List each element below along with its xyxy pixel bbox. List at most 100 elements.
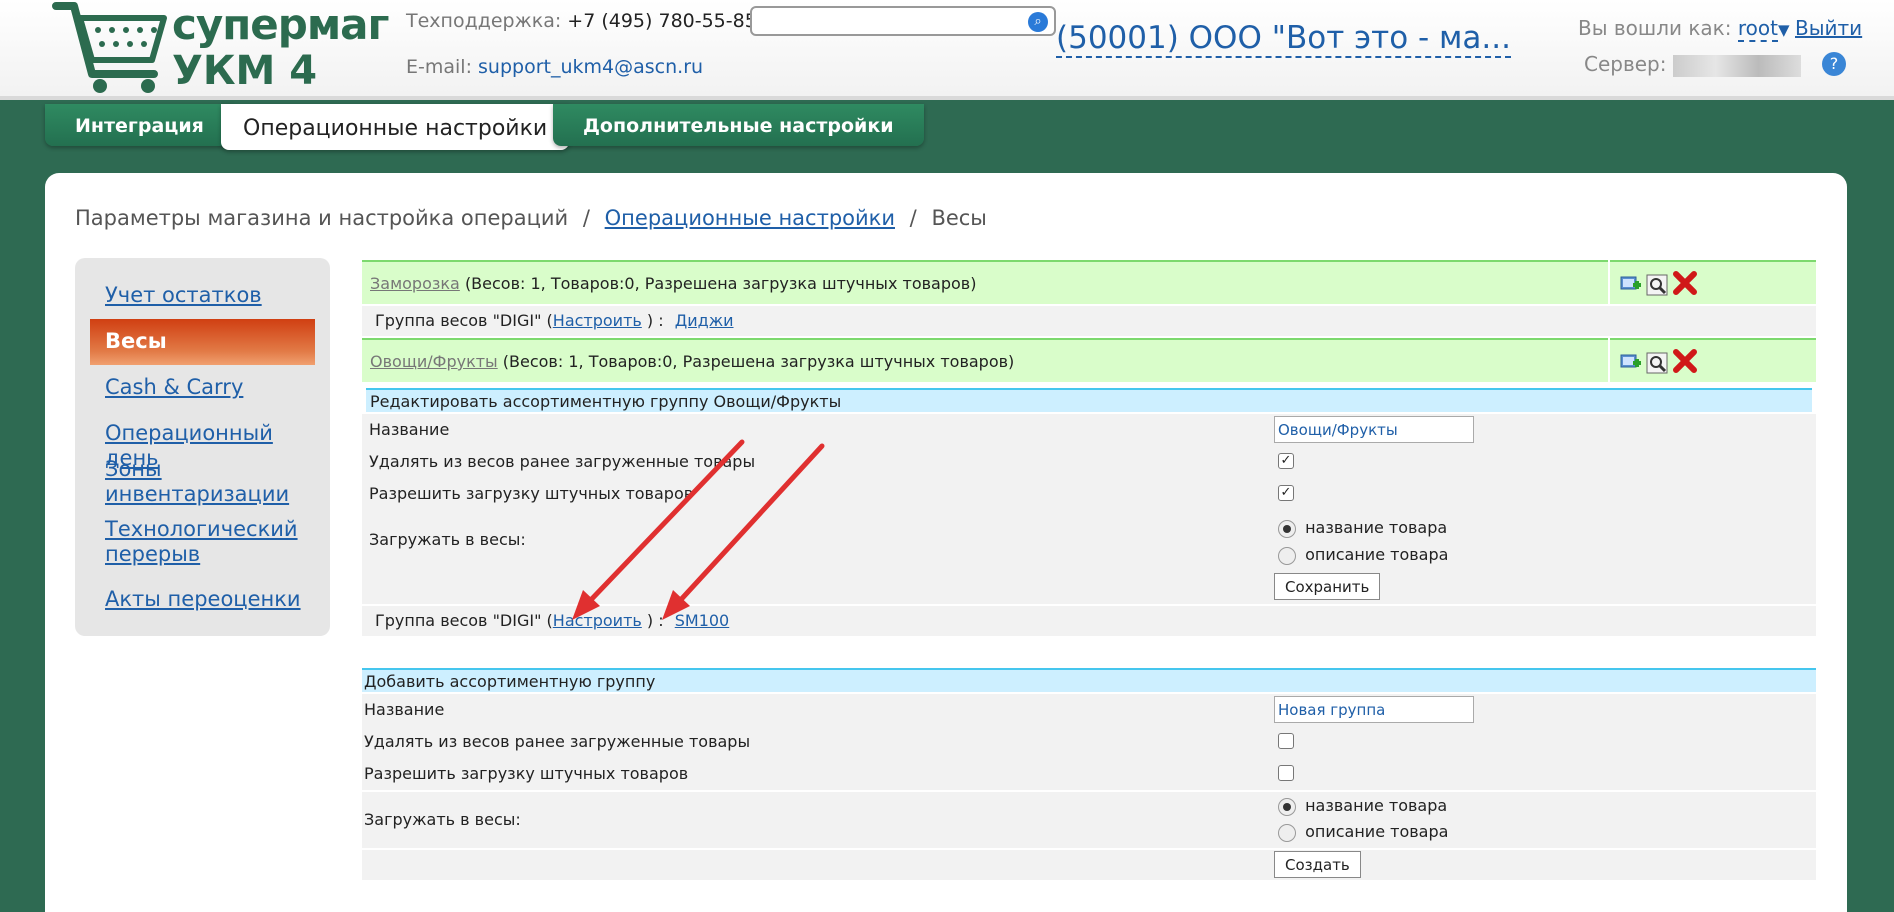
breadcrumb-root: Параметры магазина и настройка операций bbox=[75, 206, 569, 230]
tab-additional-settings[interactable]: Дополнительные настройки bbox=[553, 104, 924, 146]
radio-name-label: название товара bbox=[1305, 796, 1448, 815]
group-info: (Весов: 1, Товаров:0, Разрешена загрузка… bbox=[502, 352, 1015, 371]
scale-link[interactable]: Диджи bbox=[675, 311, 734, 330]
new-group-name-field[interactable] bbox=[1274, 696, 1474, 723]
app-logo[interactable]: супермаг УКМ 4 bbox=[52, 0, 389, 96]
sidebar-item-cash-carry[interactable]: Cash & Carry bbox=[105, 375, 243, 400]
scale-link[interactable]: SM100 bbox=[675, 611, 730, 630]
server-value-blurred bbox=[1672, 54, 1801, 77]
group-row: Овощи/Фрукты (Весов: 1, Товаров:0, Разре… bbox=[362, 338, 1608, 382]
radio-name[interactable] bbox=[1278, 519, 1296, 538]
login-label: Вы вошли как: bbox=[1578, 16, 1732, 40]
form-row: Создать bbox=[362, 850, 1816, 880]
form-row: Удалять из весов ранее загруженные товар… bbox=[362, 726, 1816, 758]
allow-piece-checkbox[interactable] bbox=[1278, 765, 1294, 781]
group-name-link[interactable]: Заморозка bbox=[370, 274, 460, 293]
form-row: Загружать в весы: название товара описан… bbox=[362, 792, 1816, 848]
form-row: Разрешить загрузку штучных товаров bbox=[362, 758, 1816, 790]
view-icon[interactable] bbox=[1646, 274, 1668, 296]
breadcrumb-separator: / bbox=[909, 206, 917, 230]
delete-loaded-label: Удалять из весов ранее загруженные товар… bbox=[364, 732, 751, 751]
add-form-title: Добавить ассортиментную группу bbox=[362, 668, 1816, 692]
configure-link[interactable]: Настроить bbox=[553, 311, 642, 330]
form-row: Загружать в весы: название товара описан… bbox=[362, 510, 1816, 604]
tab-integration[interactable]: Интеграция bbox=[45, 104, 234, 146]
sidebar-item-stock[interactable]: Учет остатков bbox=[105, 283, 262, 308]
view-icon[interactable] bbox=[1646, 352, 1668, 374]
breadcrumb-separator: / bbox=[582, 206, 590, 230]
form-row: Удалять из весов ранее загруженные товар… bbox=[362, 446, 1816, 478]
radio-description-label: описание товара bbox=[1305, 822, 1449, 841]
breadcrumb-current: Весы bbox=[931, 206, 987, 230]
cart-logo-icon bbox=[52, 2, 167, 93]
sidebar-item-repricing-acts[interactable]: Акты переоценки bbox=[105, 587, 301, 612]
delete-loaded-label: Удалять из весов ранее загруженные товар… bbox=[369, 452, 756, 471]
search-icon[interactable]: ⌕ bbox=[1028, 12, 1048, 32]
delete-loaded-checkbox[interactable] bbox=[1278, 733, 1294, 749]
support-label: Техподдержка: bbox=[406, 10, 562, 32]
delete-loaded-checkbox[interactable]: ✓ bbox=[1278, 453, 1294, 469]
scale-group-row: Группа весов "DIGI" (Настроить ) : Диджи bbox=[362, 306, 1816, 336]
radio-description[interactable] bbox=[1278, 546, 1296, 565]
login-info: Вы вошли как: root▼ bbox=[1578, 16, 1790, 42]
scale-group-row: Группа весов "DIGI" (Настроить ) : SM100 bbox=[362, 606, 1816, 636]
allow-piece-label: Разрешить загрузку штучных товаров bbox=[364, 764, 689, 783]
server-label: Сервер: bbox=[1584, 52, 1667, 76]
support-phone-line: Техподдержка: +7 (495) 780-55-85 bbox=[406, 10, 757, 32]
store-selector[interactable]: (50001) ООО "Вот это - ма... bbox=[1056, 20, 1511, 58]
scale-group-prefix: Группа весов "DIGI" ( bbox=[375, 311, 553, 330]
add-scale-icon[interactable] bbox=[1620, 274, 1642, 296]
group-name-link[interactable]: Овощи/Фрукты bbox=[370, 352, 498, 371]
radio-option[interactable]: название товара bbox=[1278, 796, 1447, 816]
group-name-field[interactable] bbox=[1274, 416, 1474, 443]
name-label: Название bbox=[369, 420, 450, 439]
delete-icon[interactable] bbox=[1672, 348, 1698, 374]
edit-form-title: Редактировать ассортиментную группу Овощ… bbox=[366, 388, 1812, 412]
group-row: Заморозка (Весов: 1, Товаров:0, Разрешен… bbox=[362, 260, 1608, 304]
radio-description-label: описание товара bbox=[1305, 545, 1449, 564]
sidebar: Учет остатков Весы Cash & Carry Операцио… bbox=[75, 258, 330, 636]
email-label: E-mail: bbox=[406, 56, 472, 78]
radio-option[interactable]: название товара bbox=[1278, 518, 1447, 538]
user-menu[interactable]: root bbox=[1737, 16, 1778, 42]
radio-description[interactable] bbox=[1278, 823, 1296, 842]
group-actions bbox=[1610, 338, 1816, 382]
delete-icon[interactable] bbox=[1672, 270, 1698, 296]
server-info: Сервер: bbox=[1584, 52, 1801, 77]
logo-subtitle: УКМ 4 bbox=[172, 48, 318, 94]
search-input[interactable]: ⌕ bbox=[750, 6, 1056, 36]
support-email-line: E-mail: support_ukm4@ascn.ru bbox=[406, 56, 703, 78]
scale-group-suffix: ) : bbox=[646, 311, 664, 330]
tab-operational-settings[interactable]: Операционные настройки bbox=[221, 104, 570, 150]
scale-group-prefix: Группа весов "DIGI" ( bbox=[375, 611, 553, 630]
breadcrumb-link[interactable]: Операционные настройки bbox=[605, 206, 895, 230]
allow-piece-label: Разрешить загрузку штучных товаров bbox=[369, 484, 694, 503]
chevron-down-icon[interactable]: ▼ bbox=[1778, 21, 1790, 39]
support-phone: +7 (495) 780-55-85 bbox=[567, 10, 757, 32]
form-row: Название bbox=[362, 694, 1816, 726]
allow-piece-checkbox[interactable]: ✓ bbox=[1278, 485, 1294, 501]
load-to-scales-label: Загружать в весы: bbox=[369, 530, 526, 549]
logout-link[interactable]: Выйти bbox=[1795, 16, 1862, 40]
radio-option[interactable]: описание товара bbox=[1278, 822, 1448, 842]
radio-name[interactable] bbox=[1278, 797, 1296, 816]
load-to-scales-label: Загружать в весы: bbox=[364, 810, 521, 829]
sidebar-item-inventory-zones[interactable]: Зоны инвентаризации bbox=[105, 457, 315, 507]
group-info: (Весов: 1, Товаров:0, Разрешена загрузка… bbox=[464, 274, 977, 293]
form-row: Название bbox=[362, 414, 1816, 446]
support-email-link[interactable]: support_ukm4@ascn.ru bbox=[478, 56, 703, 78]
create-button[interactable]: Создать bbox=[1274, 851, 1361, 878]
breadcrumb: Параметры магазина и настройка операций … bbox=[75, 206, 987, 230]
configure-link[interactable]: Настроить bbox=[553, 611, 642, 630]
sidebar-item-scales[interactable]: Весы bbox=[90, 319, 315, 365]
add-scale-icon[interactable] bbox=[1620, 352, 1642, 374]
help-icon[interactable]: ? bbox=[1822, 52, 1846, 76]
app-header: супермаг УКМ 4 Техподдержка: +7 (495) 78… bbox=[0, 0, 1894, 100]
radio-option[interactable]: описание товара bbox=[1278, 545, 1448, 565]
sidebar-item-tech-break[interactable]: Технологический перерыв bbox=[105, 517, 315, 567]
scale-group-suffix: ) : bbox=[646, 611, 664, 630]
radio-name-label: название товара bbox=[1305, 518, 1448, 537]
save-button[interactable]: Сохранить bbox=[1274, 573, 1381, 600]
logo-title: супермаг bbox=[172, 0, 389, 49]
group-actions bbox=[1610, 260, 1816, 304]
